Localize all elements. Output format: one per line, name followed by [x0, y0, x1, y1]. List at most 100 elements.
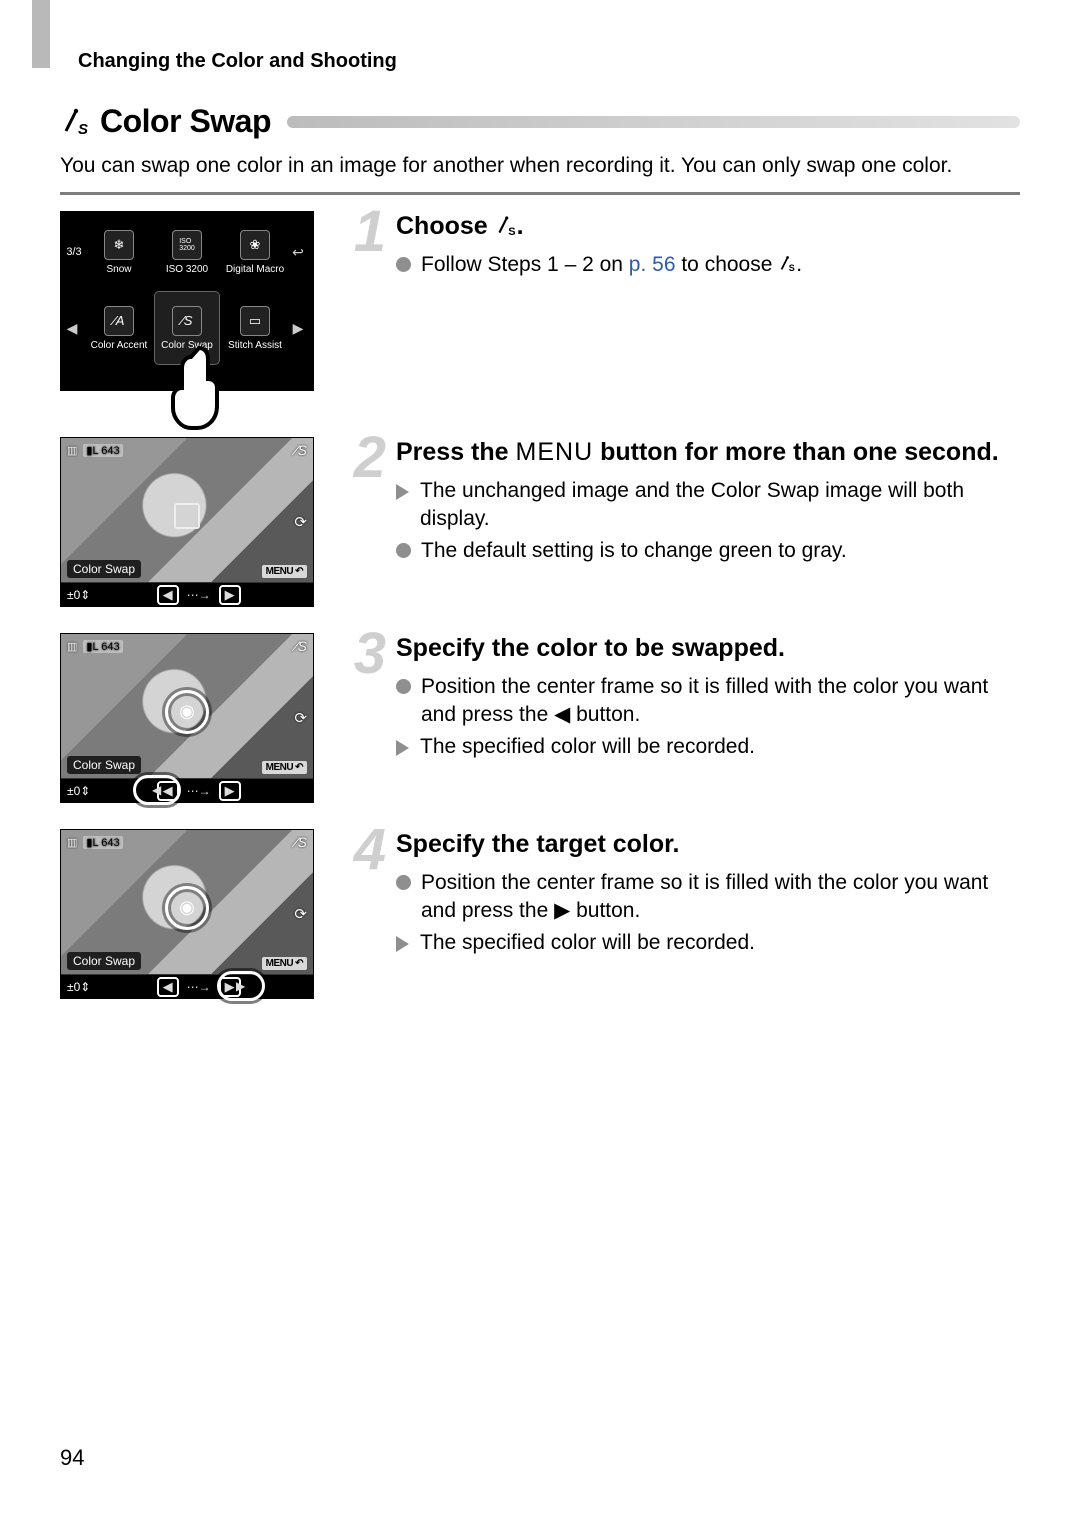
step-1-title: Choose S. [396, 211, 1020, 242]
page-number: 94 [60, 1445, 84, 1471]
right-button-icon: ▶ [554, 899, 570, 922]
timer-icon: ⟳ [294, 905, 307, 923]
section-title: Color Swap [100, 103, 271, 140]
step-3-title: Specify the color to be swapped. [396, 633, 1020, 664]
title-rule [287, 116, 1020, 128]
step-4: ◉ ▥ ▮L 643 ⁄S ⟳ Color Swap MENU ↶ ±0⇕ ◀ ⋯… [60, 829, 1020, 999]
lcd-top-overlay: ▥ ▮L 643 ⁄S [67, 834, 307, 850]
lcd-bottom-bar: ±0⇕ ◀ ⋯→ ▶ ◀ [61, 778, 313, 802]
snow-icon: ❄ [104, 230, 134, 260]
step-4-bullet-1: Position the center frame so it is fille… [396, 869, 1020, 926]
result-arrow-icon [396, 740, 410, 756]
screenshot-lcd-step3: ◉ ▥ ▮L 643 ⁄S ⟳ Color Swap MENU ↶ ±0⇕ ◀ ⋯… [60, 633, 314, 803]
steps-container: 3/3 ❄ Snow ISO3200 ISO 3200 ❀ Digital Ma… [60, 211, 1020, 999]
step-2: ▥▮L 643 ⁄S ⟳ Color Swap MENU ↶ ±0⇕ ◀ ⋯→ … [60, 437, 1020, 607]
svg-text:S: S [78, 121, 88, 137]
iso-icon: ISO3200 [172, 230, 202, 260]
section-intro: You can swap one color in an image for a… [60, 152, 1020, 180]
swap-arrow-icon: ⋯→ [187, 784, 211, 798]
right-nav-icon: ▶ [219, 585, 241, 605]
battery-icon: ▥ [67, 640, 77, 653]
macro-icon: ❀ [240, 230, 270, 260]
menu-return-icon: ↩ [291, 243, 305, 261]
shots-remaining: ▮L 643 [83, 444, 122, 457]
highlight-ring-icon: ▶ [217, 971, 265, 1001]
step-3-bullet-1: Position the center frame so it is fille… [396, 673, 1020, 730]
shots-remaining: ▮L 643 [83, 640, 122, 653]
result-arrow-icon [396, 484, 410, 500]
menu-return-badge: MENU ↶ [262, 565, 307, 578]
battery-icon: ▥ [67, 836, 77, 849]
bullet-icon [396, 257, 411, 272]
bullet-icon [396, 875, 411, 890]
step-3: ◉ ▥ ▮L 643 ⁄S ⟳ Color Swap MENU ↶ ±0⇕ ◀ ⋯… [60, 633, 1020, 803]
left-nav-icon: ◀ [157, 977, 179, 997]
running-head: Changing the Color and Shooting [78, 50, 1020, 73]
step-2-bullet-1: The unchanged image and the Color Swap i… [396, 477, 1020, 534]
divider [60, 192, 1020, 195]
menu-button-label: MENU [516, 438, 594, 466]
menu-right-arrow-icon: ▶ [291, 319, 305, 337]
exposure-value: ±0⇕ [67, 588, 90, 602]
color-swap-mode-icon: S [60, 107, 90, 137]
exposure-value: ±0⇕ [67, 980, 90, 994]
step-4-title: Specify the target color. [396, 829, 1020, 860]
left-button-icon: ◀ [554, 703, 570, 726]
mode-label: Color Swap [67, 756, 141, 774]
timer-icon: ⟳ [294, 709, 307, 727]
menu-page-indicator: 3/3 [65, 246, 83, 258]
step-1-bullet-1: Follow Steps 1 – 2 on p. 56 to choose S. [396, 251, 1020, 279]
step-number-4: 4 [328, 827, 388, 873]
color-pick-frame-icon: ◉ [165, 690, 209, 734]
step-number-2: 2 [328, 435, 388, 481]
menu-item-snow: ❄ Snow [87, 216, 151, 288]
right-nav-icon: ▶ [219, 781, 241, 801]
stitch-icon: ▭ [240, 306, 270, 336]
screenshot-lcd-step4: ◉ ▥ ▮L 643 ⁄S ⟳ Color Swap MENU ↶ ±0⇕ ◀ ⋯… [60, 829, 314, 999]
menu-item-color-accent: ⁄A Color Accent [87, 292, 151, 364]
shots-remaining: ▮L 643 [83, 836, 122, 849]
highlight-ring-icon: ◀ [133, 775, 181, 805]
section-title-row: S Color Swap [60, 103, 1020, 140]
page-edge-tab [32, 0, 50, 68]
left-nav-icon: ◀ [157, 585, 179, 605]
lcd-bottom-bar: ±0⇕ ◀ ⋯→ ▶ [61, 582, 313, 606]
timer-icon: ⟳ [294, 513, 307, 531]
exposure-value: ±0⇕ [67, 784, 90, 798]
step-2-title: Press the MENU button for more than one … [396, 437, 1020, 468]
step-3-bullet-2: The specified color will be recorded. [396, 733, 1020, 761]
swap-arrow-icon: ⋯→ [187, 980, 211, 994]
menu-return-badge: MENU ↶ [262, 761, 307, 774]
page-ref-link[interactable]: p. 56 [629, 253, 676, 276]
battery-icon: ▥ [67, 444, 77, 457]
step-number-1: 1 [328, 209, 388, 255]
lcd-bottom-bar: ±0⇕ ◀ ⋯→ ▶ ▶ [61, 974, 313, 998]
screenshot-mode-menu: 3/3 ❄ Snow ISO3200 ISO 3200 ❀ Digital Ma… [60, 211, 314, 391]
result-arrow-icon [396, 936, 410, 952]
swap-arrow-icon: ⋯→ [187, 588, 211, 602]
lcd-top-overlay: ▥▮L 643 ⁄S [67, 442, 307, 458]
svg-text:S: S [789, 263, 795, 273]
color-pick-frame-icon: ◉ [165, 886, 209, 930]
mode-label: Color Swap [67, 952, 141, 970]
color-swap-icon: ⁄S [172, 306, 202, 336]
step-2-bullet-2: The default setting is to change green t… [396, 537, 1020, 565]
touch-finger-icon [169, 340, 229, 430]
step-1: 3/3 ❄ Snow ISO3200 ISO 3200 ❀ Digital Ma… [60, 211, 1020, 411]
menu-item-iso3200: ISO3200 ISO 3200 [155, 216, 219, 288]
svg-text:S: S [508, 226, 515, 237]
menu-item-digital-macro: ❀ Digital Macro [223, 216, 287, 288]
menu-left-arrow-icon: ◀ [65, 319, 79, 337]
color-swap-mode-icon: ⁄S [295, 638, 307, 654]
color-swap-mode-icon: S [778, 253, 796, 276]
color-swap-mode-icon: ⁄S [295, 834, 307, 850]
bullet-icon [396, 543, 411, 558]
mode-label: Color Swap [67, 560, 141, 578]
step-number-3: 3 [328, 631, 388, 677]
menu-return-badge: MENU ↶ [262, 957, 307, 970]
af-frame-icon [174, 503, 200, 529]
screenshot-lcd-step2: ▥▮L 643 ⁄S ⟳ Color Swap MENU ↶ ±0⇕ ◀ ⋯→ … [60, 437, 314, 607]
color-accent-icon: ⁄A [104, 306, 134, 336]
color-swap-mode-icon: S [495, 212, 517, 240]
lcd-top-overlay: ▥ ▮L 643 ⁄S [67, 638, 307, 654]
